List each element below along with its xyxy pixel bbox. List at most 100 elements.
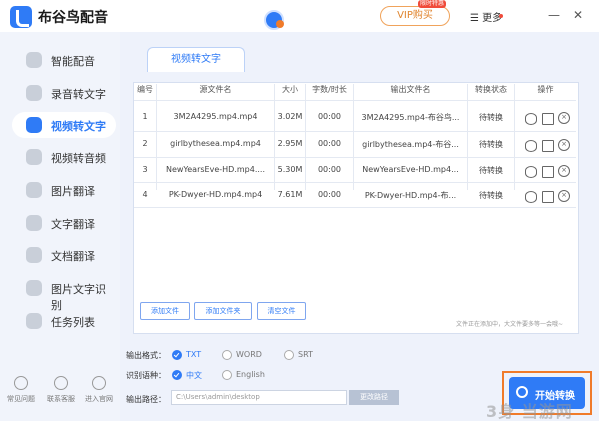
website-link[interactable]: 进入官网 xyxy=(82,376,116,404)
format-srt-radio[interactable] xyxy=(284,350,294,360)
lang-chinese-label[interactable]: 中文 xyxy=(186,370,202,381)
format-txt-label[interactable]: TXT xyxy=(186,350,201,359)
sidebar-item-task-list[interactable]: 任务列表 xyxy=(12,308,116,334)
sidebar-item-doc-translate[interactable]: 文档翻译 xyxy=(12,242,116,268)
more-menu-button[interactable]: ☰ 更多 xyxy=(470,9,502,24)
open-folder-icon[interactable] xyxy=(542,140,554,152)
cell-duration: 00:00 xyxy=(317,165,342,174)
avatar-badge-icon xyxy=(276,20,284,28)
vip-promo-tag: 限时特惠 xyxy=(418,0,447,8)
table-divider xyxy=(134,100,576,101)
column-header-duration: 字数/时长 xyxy=(312,85,347,94)
open-folder-icon[interactable] xyxy=(542,166,554,178)
close-window-button[interactable]: ✕ xyxy=(571,8,585,22)
support-icon xyxy=(54,376,68,390)
lang-english-label[interactable]: English xyxy=(236,370,265,379)
column-header-source: 源文件名 xyxy=(199,85,232,94)
open-folder-icon[interactable] xyxy=(542,113,554,125)
task-list-icon xyxy=(26,313,42,329)
video-audio-icon xyxy=(26,149,42,165)
status-note: 文件正在添加中，大文件要多等一会哦~ xyxy=(456,321,564,328)
sidebar-item-dubbing[interactable]: 智能配音 xyxy=(12,47,116,73)
sidebar-item-image-translate[interactable]: 图片翻译 xyxy=(12,177,116,203)
format-word-label[interactable]: WORD xyxy=(236,350,262,359)
notification-dot-icon xyxy=(499,14,503,18)
sidebar-item-label: 智能配音 xyxy=(51,55,95,68)
output-path-input[interactable] xyxy=(171,390,347,405)
website-icon xyxy=(92,376,106,390)
sidebar-item-label: 视频转音频 xyxy=(51,152,106,165)
table-divider xyxy=(305,84,306,190)
sidebar-item-video-to-text[interactable]: 视频转文字 xyxy=(12,112,116,138)
column-header-actions: 操作 xyxy=(537,85,554,94)
cell-no: 2 xyxy=(142,139,148,148)
table-divider xyxy=(134,157,576,158)
vip-purchase-button[interactable]: VIP购买 xyxy=(380,6,450,26)
cell-status: 待转换 xyxy=(479,166,503,175)
format-txt-radio[interactable] xyxy=(172,350,182,360)
sidebar-item-label: 视频转文字 xyxy=(51,120,106,133)
sidebar: 智能配音 录音转文字 视频转文字 视频转音频 图片翻译 文字翻译 文档翻译 图片… xyxy=(0,32,120,421)
convert-icon xyxy=(516,386,528,398)
sidebar-item-audio-to-text[interactable]: 录音转文字 xyxy=(12,80,116,106)
cell-source: NewYearsEve-HD.mp4.... xyxy=(165,165,265,174)
cell-output: NewYearsEve-HD.mp4... xyxy=(362,165,459,174)
sidebar-item-label: 任务列表 xyxy=(51,316,95,329)
cell-size: 3.02M xyxy=(277,112,303,121)
column-header-status: 转换状态 xyxy=(475,85,507,94)
format-srt-label[interactable]: SRT xyxy=(298,350,313,359)
footer-label: 常见问题 xyxy=(7,395,35,403)
table-divider xyxy=(134,207,576,208)
sidebar-item-label: 文档翻译 xyxy=(51,250,95,263)
column-header-output: 输出文件名 xyxy=(390,85,431,94)
cell-no: 4 xyxy=(142,190,148,199)
column-header-no: 编号 xyxy=(137,85,153,94)
cell-size: 7.61M xyxy=(277,190,303,199)
cell-status: 待转换 xyxy=(479,191,503,200)
delete-row-icon[interactable]: × xyxy=(558,190,570,202)
preview-eye-icon[interactable] xyxy=(525,166,537,178)
tab-video-to-text[interactable]: 视频转文字 xyxy=(147,47,245,72)
cell-source: girlbythesea.mp4.mp4 xyxy=(170,139,261,148)
preview-eye-icon[interactable] xyxy=(525,113,537,125)
lang-english-radio[interactable] xyxy=(222,370,232,380)
clear-files-button[interactable]: 清空文件 xyxy=(257,302,306,320)
preview-eye-icon[interactable] xyxy=(525,140,537,152)
title-bar: 布谷鸟配音 VIP购买 限时特惠 ☰ 更多 — ✕ xyxy=(0,0,599,32)
cell-no: 1 xyxy=(142,112,148,121)
delete-row-icon[interactable]: × xyxy=(558,112,570,124)
delete-row-icon[interactable]: × xyxy=(558,165,570,177)
language-label: 识别语种： xyxy=(126,371,166,380)
format-word-radio[interactable] xyxy=(222,350,232,360)
add-file-button[interactable]: 添加文件 xyxy=(140,302,190,320)
cell-status: 待转换 xyxy=(479,113,503,122)
delete-row-icon[interactable]: × xyxy=(558,139,570,151)
sidebar-item-label: 录音转文字 xyxy=(51,88,106,101)
output-format-label: 输出格式： xyxy=(126,351,166,360)
sidebar-item-video-to-audio[interactable]: 视频转音频 xyxy=(12,144,116,170)
cell-output: girlbythesea.mp4-布谷... xyxy=(362,140,459,149)
text-translate-icon xyxy=(26,215,42,231)
cell-size: 5.30M xyxy=(277,165,303,174)
record-icon xyxy=(26,85,42,101)
mic-icon xyxy=(26,52,42,68)
open-folder-icon[interactable] xyxy=(542,191,554,203)
cell-duration: 00:00 xyxy=(317,190,342,199)
sidebar-item-ocr[interactable]: 图片文字识别 xyxy=(12,275,116,312)
watermark: 3身 当游网 xyxy=(486,402,573,421)
preview-eye-icon[interactable] xyxy=(525,191,537,203)
table-divider xyxy=(134,182,576,183)
minimize-button[interactable]: — xyxy=(547,8,561,22)
cell-duration: 00:00 xyxy=(317,139,342,148)
sidebar-item-text-translate[interactable]: 文字翻译 xyxy=(12,210,116,236)
change-path-button[interactable]: 更改路径 xyxy=(349,390,399,405)
vip-label: VIP购买 xyxy=(397,10,433,21)
support-link[interactable]: 联系客服 xyxy=(44,376,78,404)
table-divider xyxy=(514,84,515,190)
table-divider xyxy=(134,131,576,132)
lang-chinese-radio[interactable] xyxy=(172,370,182,380)
add-folder-button[interactable]: 添加文件夹 xyxy=(194,302,252,320)
app-title: 布谷鸟配音 xyxy=(38,10,108,26)
sidebar-item-label: 图片翻译 xyxy=(51,185,95,198)
help-link[interactable]: 常见问题 xyxy=(4,376,38,404)
